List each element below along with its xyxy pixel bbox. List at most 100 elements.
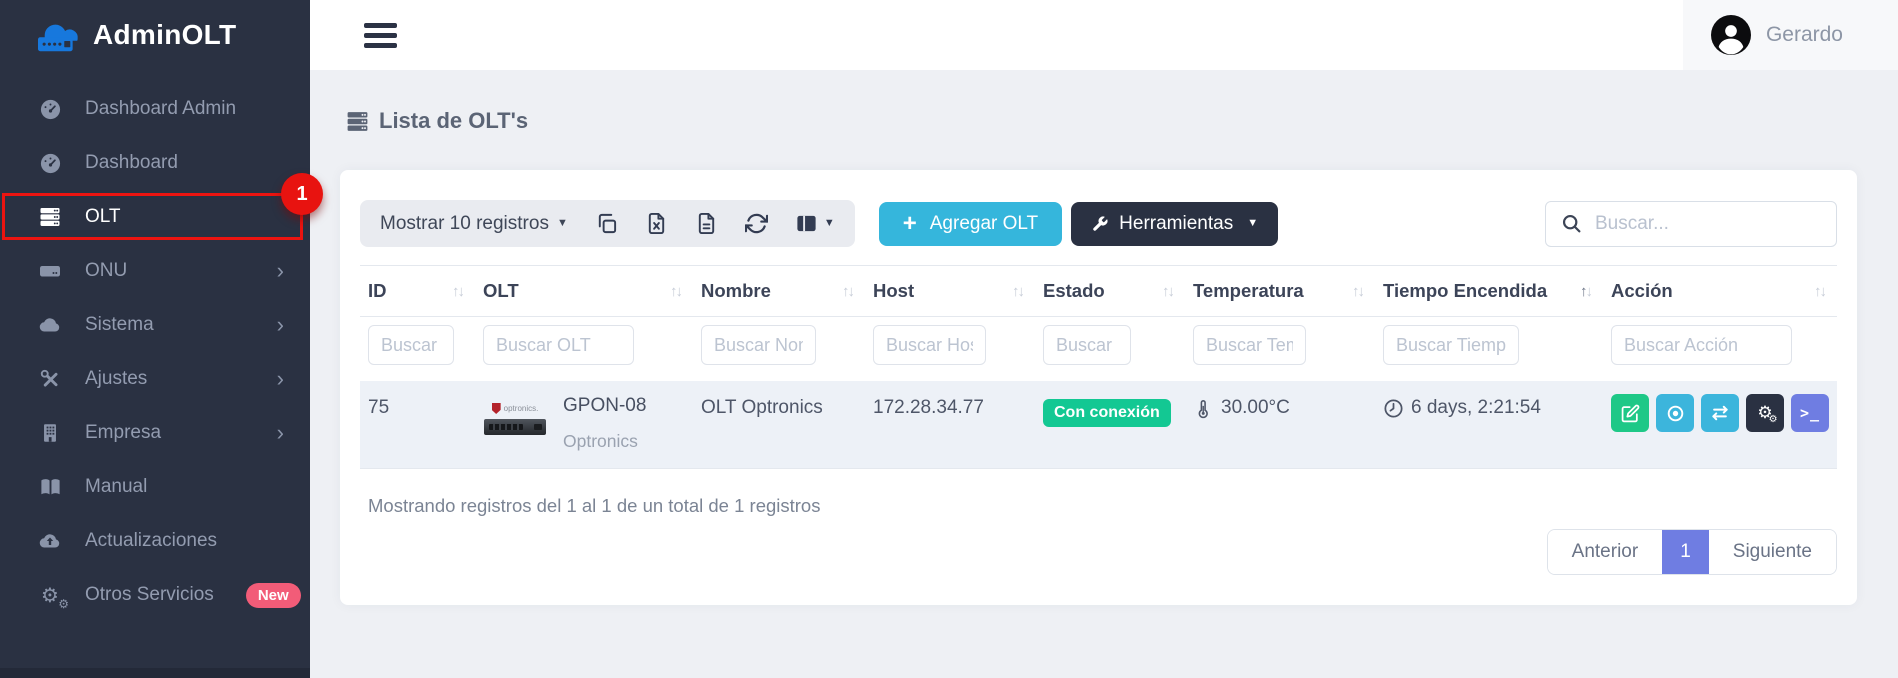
- cell-id: 75: [360, 381, 475, 435]
- chevron-right-icon: ›: [277, 368, 284, 390]
- column-header-host[interactable]: Host ↑↓: [865, 266, 1035, 316]
- filter-estado-input[interactable]: [1043, 325, 1131, 365]
- search-input[interactable]: [1595, 213, 1821, 235]
- gears-icon: ⚙⚙: [37, 583, 63, 608]
- cell-estado: Con conexión: [1035, 381, 1185, 443]
- sidebar-item-ajustes[interactable]: Ajustes ›: [0, 352, 310, 406]
- column-header-id[interactable]: ID ↑↓: [360, 266, 475, 316]
- cloud-router-logo-icon: [30, 16, 84, 54]
- column-header-olt[interactable]: OLT ↑↓: [475, 266, 693, 316]
- hamburger-menu-icon[interactable]: [364, 18, 397, 53]
- sidebar-item-olt[interactable]: OLT 1: [0, 190, 310, 244]
- file-text-icon: [695, 212, 718, 235]
- search-icon: [1561, 213, 1582, 234]
- sidebar-item-onu[interactable]: ONU ›: [0, 244, 310, 298]
- view-button[interactable]: [1656, 394, 1694, 432]
- user-menu[interactable]: Gerardo: [1683, 0, 1898, 70]
- topbar: Gerardo: [310, 0, 1898, 70]
- building-icon: [37, 422, 63, 444]
- sidebar-nav: Dashboard Admin Dashboard OLT 1: [0, 70, 310, 622]
- olt-model: GPON-08: [563, 395, 646, 417]
- column-label: Host: [873, 280, 914, 302]
- refresh-button[interactable]: [745, 212, 768, 235]
- show-entries-label: Mostrar 10 registros: [380, 213, 549, 235]
- olt-brand: Optronics: [563, 431, 646, 452]
- transfer-button[interactable]: [1701, 394, 1739, 432]
- page-content: Lista de OLT's Mostrar 10 registros ▼: [310, 70, 1898, 678]
- sidebar-item-sistema[interactable]: Sistema ›: [0, 298, 310, 352]
- cell-olt: optronics. GPON-08 Optronics: [475, 381, 693, 468]
- column-label: Acción: [1611, 280, 1673, 302]
- settings-button[interactable]: ⚙⚙: [1746, 394, 1784, 432]
- edit-icon: [1621, 404, 1640, 423]
- sidebar-item-actualizaciones[interactable]: Actualizaciones: [0, 514, 310, 568]
- sort-icon: ↑↓: [1580, 283, 1591, 300]
- sidebar-item-label: Sistema: [85, 314, 154, 336]
- export-excel-button[interactable]: [645, 212, 668, 235]
- refresh-icon: [745, 212, 768, 235]
- column-header-nombre[interactable]: Nombre ↑↓: [693, 266, 865, 316]
- olt-count-badge: 1: [281, 173, 323, 215]
- tools-label: Herramientas: [1119, 213, 1233, 235]
- page-title: Lista de OLT's: [340, 108, 1857, 134]
- filter-nombre-input[interactable]: [701, 325, 816, 365]
- filter-olt-input[interactable]: [483, 325, 634, 365]
- edit-button[interactable]: [1611, 394, 1649, 432]
- add-olt-button[interactable]: + Agregar OLT: [879, 202, 1062, 246]
- pagination-page-1-button[interactable]: 1: [1662, 530, 1709, 574]
- export-file-button[interactable]: [695, 212, 718, 235]
- filter-temperatura-input[interactable]: [1193, 325, 1306, 365]
- wrench-icon: [1091, 215, 1109, 233]
- filter-id-input[interactable]: [368, 325, 454, 365]
- tools-dropdown-button[interactable]: Herramientas ▼: [1071, 202, 1278, 246]
- sort-icon: ↑↓: [842, 283, 853, 300]
- app-logo[interactable]: AdminOLT: [0, 0, 310, 70]
- sidebar-item-label: Actualizaciones: [85, 530, 217, 552]
- terminal-button[interactable]: >_: [1791, 394, 1829, 432]
- table-row: 75 optronics. GPON-08 Optronics: [360, 381, 1837, 469]
- table-filter-row: [360, 317, 1837, 381]
- column-label: Tiempo Encendida: [1383, 280, 1547, 302]
- sort-icon: ↑↓: [670, 283, 681, 300]
- show-entries-dropdown[interactable]: Mostrar 10 registros ▼: [380, 213, 568, 235]
- filter-host-input[interactable]: [873, 325, 986, 365]
- copy-button[interactable]: [595, 212, 618, 235]
- sidebar-item-manual[interactable]: Manual: [0, 460, 310, 514]
- sort-icon: ↑↓: [452, 283, 463, 300]
- excel-file-icon: [645, 212, 668, 235]
- pagination-previous-button[interactable]: Anterior: [1548, 530, 1663, 574]
- sidebar-item-dashboard[interactable]: Dashboard: [0, 136, 310, 190]
- pagination: Anterior 1 Siguiente: [1547, 529, 1837, 575]
- filter-accion-input[interactable]: [1611, 325, 1792, 365]
- caret-down-icon: ▼: [824, 218, 835, 229]
- sidebar-item-dashboard-admin[interactable]: Dashboard Admin: [0, 82, 310, 136]
- column-header-accion[interactable]: Acción ↑↓: [1603, 266, 1837, 316]
- column-header-temperatura[interactable]: Temperatura ↑↓: [1185, 266, 1375, 316]
- table-header-row: ID ↑↓ OLT ↑↓ Nombre ↑↓ Host ↑↓: [360, 265, 1837, 317]
- column-header-estado[interactable]: Estado ↑↓: [1035, 266, 1185, 316]
- gauge-icon: [37, 98, 63, 121]
- table-controls: Mostrar 10 registros ▼: [360, 200, 855, 247]
- sidebar-item-empresa[interactable]: Empresa ›: [0, 406, 310, 460]
- pagination-next-button[interactable]: Siguiente: [1709, 530, 1836, 574]
- server-icon: [37, 205, 63, 229]
- sidebar-item-label: Ajustes: [85, 368, 147, 390]
- page-title-text: Lista de OLT's: [379, 108, 528, 134]
- table-toolbar: Mostrar 10 registros ▼: [360, 200, 1837, 247]
- filter-tiempo-input[interactable]: [1383, 325, 1519, 365]
- column-visibility-button[interactable]: ▼: [795, 212, 835, 235]
- sidebar-item-otros-servicios[interactable]: ⚙⚙ Otros Servicios New: [0, 568, 310, 622]
- sidebar: AdminOLT Dashboard Admin Dashboard: [0, 0, 310, 678]
- caret-down-icon: ▼: [1247, 218, 1258, 229]
- terminal-icon: >_: [1800, 404, 1820, 422]
- main-area: Gerardo Lista de OLT's Mostrar 10 regist…: [310, 0, 1898, 678]
- column-header-tiempo-encendida[interactable]: Tiempo Encendida ↑↓: [1375, 266, 1603, 316]
- column-label: OLT: [483, 280, 519, 302]
- olt-table: ID ↑↓ OLT ↑↓ Nombre ↑↓ Host ↑↓: [360, 265, 1837, 469]
- vendor-logo-text: optronics.: [504, 404, 539, 413]
- cell-temperatura: 30.00°C: [1185, 381, 1375, 435]
- sidebar-item-label: Empresa: [85, 422, 161, 444]
- add-olt-label: Agregar OLT: [930, 213, 1038, 235]
- column-label: Nombre: [701, 280, 771, 302]
- chevron-right-icon: ›: [277, 260, 284, 282]
